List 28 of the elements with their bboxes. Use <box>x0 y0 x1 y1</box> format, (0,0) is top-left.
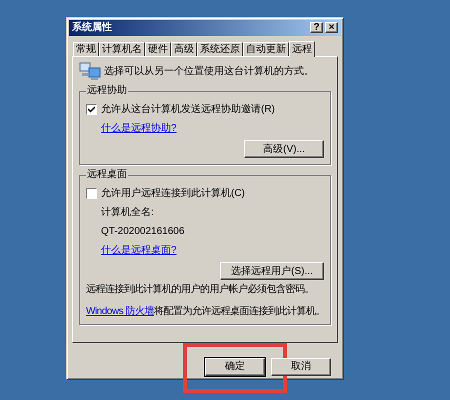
dialog-button[interactable]: 确定 <box>205 358 265 376</box>
dialog-button[interactable]: 取消 <box>271 358 331 376</box>
title-bar-button[interactable]: ? <box>310 22 323 34</box>
tab[interactable]: 高级 <box>171 42 197 56</box>
help-link[interactable]: 什么是远程桌面? <box>101 243 177 258</box>
tab[interactable]: 系统还原 <box>197 42 243 56</box>
checkbox[interactable] <box>86 104 97 116</box>
help-link[interactable]: 什么是远程协助? <box>101 121 177 136</box>
advanced-button[interactable]: 高级(V)... <box>244 140 324 158</box>
password-note: 远程连接到此计算机的用户的用户帐户必须包含密码。 <box>86 284 314 296</box>
firewall-link[interactable]: Windows 防火墙 <box>86 306 154 318</box>
tab[interactable]: 硬件 <box>145 42 171 56</box>
computer-name: QT-202002161606 <box>101 225 186 240</box>
tab[interactable]: 计算机名 <box>99 42 145 56</box>
intro-text: 选择可以从另一个位置使用这台计算机的方式。 <box>104 64 314 79</box>
computers-icon <box>79 61 101 82</box>
tab[interactable]: 远程 <box>289 41 315 58</box>
title-bar-button[interactable]: × <box>325 22 338 34</box>
checkbox-label: 允许从这台计算机发送远程协助邀请(R) <box>101 102 275 118</box>
checkbox-label: 允许用户远程连接到此计算机(C) <box>101 186 245 202</box>
computer-name-label: 计算机全名: <box>101 206 155 220</box>
window-title: 系统属性 <box>72 22 112 33</box>
group-title: 远程协助 <box>86 85 128 98</box>
tab[interactable]: 常规 <box>73 42 99 56</box>
group-title: 远程桌面 <box>86 169 128 182</box>
firewall-note: Windows 防火墙将配置为允许远程桌面连接到此计算机。 <box>86 306 325 318</box>
checkbox[interactable] <box>86 188 97 200</box>
select-users-button[interactable]: 选择远程用户(S)... <box>220 262 324 280</box>
